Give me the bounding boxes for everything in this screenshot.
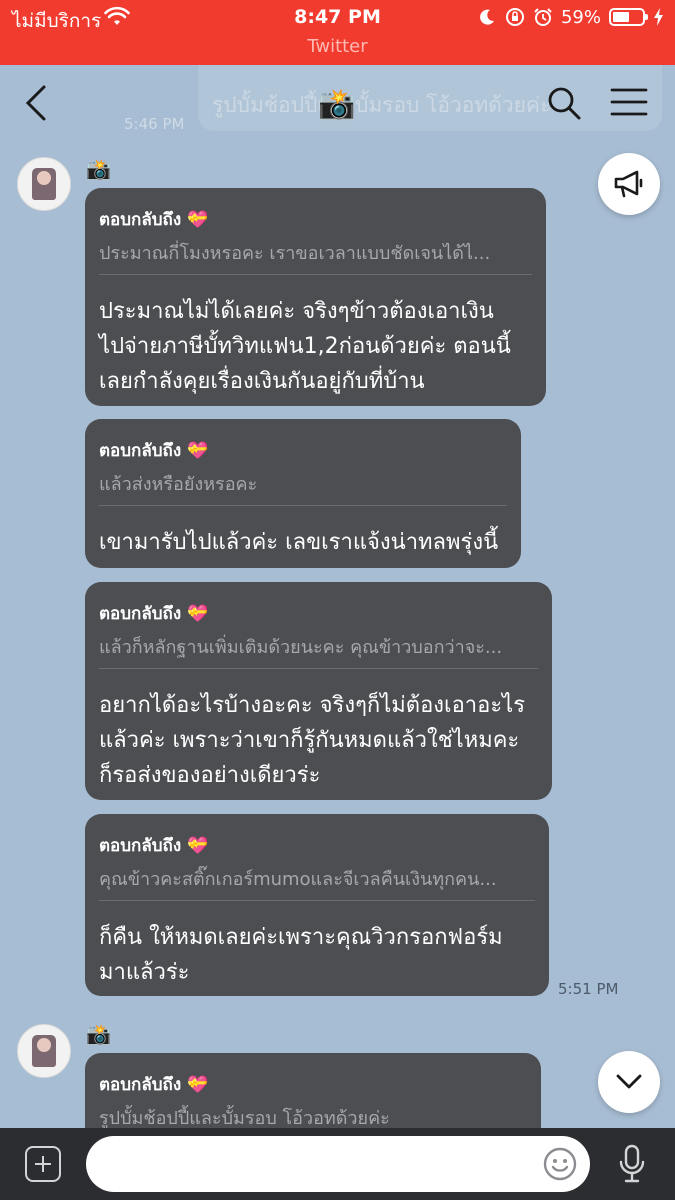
- return-to-app-label[interactable]: Twitter: [0, 36, 675, 57]
- search-icon[interactable]: [546, 85, 582, 121]
- status-bar: ไม่มีบริการ 8:47 PM 59% Twitter: [0, 0, 675, 65]
- microphone-icon[interactable]: [617, 1144, 647, 1184]
- sender-avatar[interactable]: [17, 1024, 71, 1078]
- sender-name: 📸: [86, 1022, 111, 1046]
- message-input[interactable]: [86, 1136, 590, 1192]
- message-timestamp: 5:51 PM: [558, 980, 619, 998]
- megaphone-icon: [614, 170, 643, 198]
- reply-title: ตอบกลับถึง 💝: [99, 604, 209, 624]
- reply-title: ตอบกลับถึง 💝: [99, 1075, 209, 1095]
- message-bubble[interactable]: ตอบกลับถึง 💝 แล้วส่งหรือยังหรอคะ เขามารั…: [85, 419, 521, 568]
- pinned-preview-time: 5:46 PM: [124, 115, 185, 133]
- reply-quote[interactable]: ประมาณกี่โมงหรอคะ เราขอเวลาแบบชัดเจนได้ไ…: [99, 238, 529, 267]
- announcement-button[interactable]: [598, 153, 660, 215]
- message-input-bar: [0, 1128, 675, 1200]
- reply-divider: [99, 900, 535, 901]
- alarm-icon: [534, 8, 552, 26]
- emoji-icon[interactable]: [542, 1146, 578, 1182]
- sender-name: 📸: [86, 157, 111, 181]
- message-text: อยากได้อะไรบ้างอะคะ จริงๆก็ไม่ต้องเอาอะไ…: [99, 688, 525, 793]
- message-bubble[interactable]: ตอบกลับถึง 💝 คุณข้าวคะสติ๊กเกอร์mumoและจ…: [85, 814, 549, 996]
- reply-quote[interactable]: คุณข้าวคะสติ๊กเกอร์mumoและจีเวลคืนเงินทุ…: [99, 864, 534, 893]
- message-line: อยากได้อะไรบ้างอะคะ จริงๆก็ไม่ต้องเอาอะไ…: [99, 693, 526, 718]
- sender-avatar[interactable]: [17, 157, 71, 211]
- reply-divider: [99, 505, 507, 506]
- battery-percent: 59%: [560, 6, 601, 28]
- message-line: เลยกำลังคุยเรื่องเงินกันอยู่กับที่บ้าน: [99, 369, 425, 394]
- message-line: มาแล้วร่ะ: [99, 960, 190, 985]
- reply-title: ตอบกลับถึง 💝: [99, 210, 209, 230]
- plus-icon[interactable]: [25, 1146, 61, 1182]
- battery-icon: [609, 8, 648, 26]
- menu-icon[interactable]: [610, 87, 648, 117]
- message-text: ประมาณไม่ได้เลยค่ะ จริงๆข้าวต้องเอาเงิน …: [99, 294, 511, 399]
- message-line: ก็รอส่งของอย่างเดียวร่ะ: [99, 763, 321, 788]
- message-line: แล้วค่ะ เพราะว่าเขาก็รู้กันหมดแล้วใช่ไหม…: [99, 728, 520, 753]
- back-icon[interactable]: [18, 83, 54, 123]
- moon-icon: [480, 9, 494, 25]
- chat-header: รูปบั้มช้อปปี้และบั้มรอบ โอ้วอทด้วยค่ะ 5…: [0, 65, 675, 140]
- message-line: ไปจ่ายภาษีบั้ทวิทแฟน1,2ก่อนด้วยค่ะ ตอนนี…: [99, 334, 511, 359]
- rotation-lock-icon: [505, 8, 524, 26]
- reply-quote[interactable]: แล้วก็หลักฐานเพิ่มเติมด้วยนะคะ คุณข้าวบอ…: [99, 632, 537, 661]
- charging-bolt-icon: [654, 8, 663, 26]
- status-icons: 59%: [477, 6, 665, 28]
- message-bubble[interactable]: ตอบกลับถึง 💝 ประมาณกี่โมงหรอคะ เราขอเวลา…: [85, 188, 546, 406]
- reply-divider: [99, 668, 538, 669]
- reply-divider: [99, 274, 532, 275]
- message-text: ก็คืน ให้หมดเลยค่ะเพราะคุณวิวกรอกฟอร์ม ม…: [99, 920, 503, 990]
- reply-quote[interactable]: แล้วส่งหรือยังหรอคะ: [99, 469, 504, 498]
- message-line: เขามารับไปแล้วค่ะ เลขเราแจ้งน่าทลพรุ่งนี…: [99, 530, 499, 555]
- reply-title: ตอบกลับถึง 💝: [99, 441, 209, 461]
- message-line: ก็คืน ให้หมดเลยค่ะเพราะคุณวิวกรอกฟอร์ม: [99, 925, 503, 950]
- chat-title: 📸: [318, 87, 356, 122]
- message-bubble[interactable]: ตอบกลับถึง 💝 แล้วก็หลักฐานเพิ่มเติมด้วยน…: [85, 582, 552, 800]
- reply-title: ตอบกลับถึง 💝: [99, 836, 209, 856]
- scroll-to-bottom-button[interactable]: [598, 1051, 660, 1113]
- pinned-preview: รูปบั้มช้อปปี้และบั้มรอบ โอ้วอทด้วยค่ะ: [198, 65, 662, 131]
- chevron-down-icon: [616, 1074, 642, 1089]
- message-line: ประมาณไม่ได้เลยค่ะ จริงๆข้าวต้องเอาเงิน: [99, 299, 494, 324]
- message-text: เขามารับไปแล้วค่ะ เลขเราแจ้งน่าทลพรุ่งนี…: [99, 525, 498, 560]
